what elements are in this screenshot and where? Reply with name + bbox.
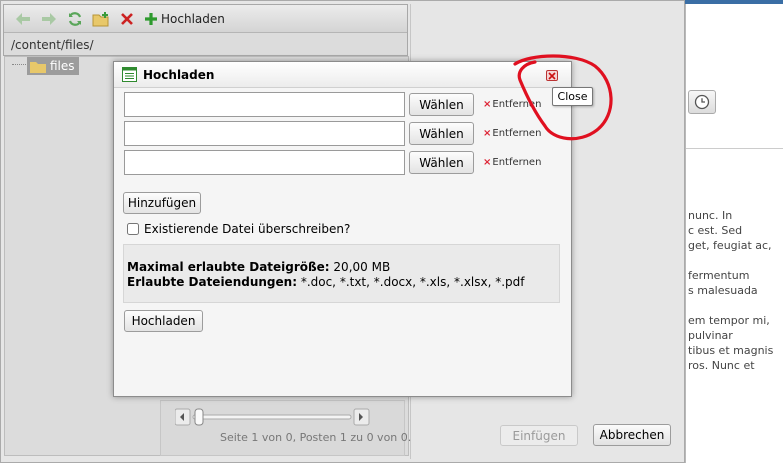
close-tooltip: Close	[552, 87, 593, 106]
file-input-1[interactable]	[124, 92, 405, 117]
remove-link-1[interactable]: × Entfernen	[483, 99, 541, 110]
file-row-3: Wählen × Entfernen	[124, 150, 541, 175]
remove-icon: ×	[483, 99, 492, 110]
cancel-button[interactable]: Abbrechen	[593, 424, 671, 446]
tree-node-label: files	[50, 59, 75, 73]
background-article-text: nunc. In c est. Sed get, feugiat ac, fer…	[688, 209, 774, 372]
clock-button[interactable]	[688, 90, 716, 114]
remove-icon: ×	[483, 157, 492, 168]
max-size-info: Maximal erlaubte Dateigröße: 20,00 MB	[127, 260, 390, 274]
remove-link-2[interactable]: × Entfernen	[483, 128, 541, 139]
allowed-ext-info: Erlaubte Dateiendungen: *.doc, *.txt, *.…	[127, 275, 525, 289]
delete-icon[interactable]	[118, 10, 136, 28]
overwrite-label: Existierende Datei überschreiben?	[144, 222, 351, 236]
folder-icon	[30, 61, 46, 73]
new-folder-icon[interactable]	[92, 10, 110, 28]
current-path: /content/files/	[11, 38, 94, 52]
remove-label: Entfernen	[492, 157, 542, 168]
add-icon[interactable]: Hochladen	[144, 10, 225, 28]
close-icon	[548, 71, 556, 80]
add-file-button[interactable]: Hinzufügen	[123, 192, 201, 214]
remove-label: Entfernen	[492, 99, 542, 110]
overwrite-checkbox[interactable]	[127, 223, 139, 235]
max-size-label: Maximal erlaubte Dateigröße:	[127, 260, 330, 274]
tree-connector	[12, 64, 26, 65]
back-arrow-icon[interactable]	[14, 10, 32, 28]
allowed-ext-label: Erlaubte Dateiendungen:	[127, 275, 297, 289]
form-icon	[122, 67, 137, 82]
pager-text: Seite 1 von 0, Posten 1 zu 0 von 0.	[220, 431, 412, 444]
refresh-icon[interactable]	[66, 10, 84, 28]
pager-slider[interactable]	[174, 408, 370, 426]
remove-link-3[interactable]: × Entfernen	[483, 157, 541, 168]
overwrite-option: Existierende Datei überschreiben?	[127, 222, 350, 236]
upload-dialog-header[interactable]: Hochladen	[114, 62, 571, 88]
file-row-1: Wählen × Entfernen	[124, 92, 541, 117]
file-input-3[interactable]	[124, 150, 405, 175]
upload-button[interactable]: Hochladen	[124, 310, 203, 332]
background-divider	[686, 148, 783, 149]
remove-label: Entfernen	[492, 128, 542, 139]
background-page-topbar	[685, 0, 783, 4]
allowed-ext-value: *.doc, *.txt, *.docx, *.xls, *.xlsx, *.p…	[297, 275, 525, 289]
choose-button-2[interactable]: Wählen	[409, 122, 474, 145]
file-row-2: Wählen × Entfernen	[124, 121, 541, 146]
clock-icon	[694, 94, 710, 110]
remove-icon: ×	[483, 128, 492, 139]
file-input-2[interactable]	[124, 121, 405, 146]
dialog-title: Hochladen	[143, 67, 215, 82]
max-size-value: 20,00 MB	[329, 260, 391, 274]
tree-node-files[interactable]: files	[27, 57, 79, 75]
file-manager-toolbar: Hochladen	[4, 5, 407, 33]
close-dialog-button[interactable]	[546, 70, 558, 81]
insert-button[interactable]: Einfügen	[500, 425, 578, 446]
choose-button-3[interactable]: Wählen	[409, 151, 474, 174]
forward-arrow-icon[interactable]	[40, 10, 58, 28]
choose-button-1[interactable]: Wählen	[409, 93, 474, 116]
toolbar-upload-label[interactable]: Hochladen	[161, 10, 225, 28]
